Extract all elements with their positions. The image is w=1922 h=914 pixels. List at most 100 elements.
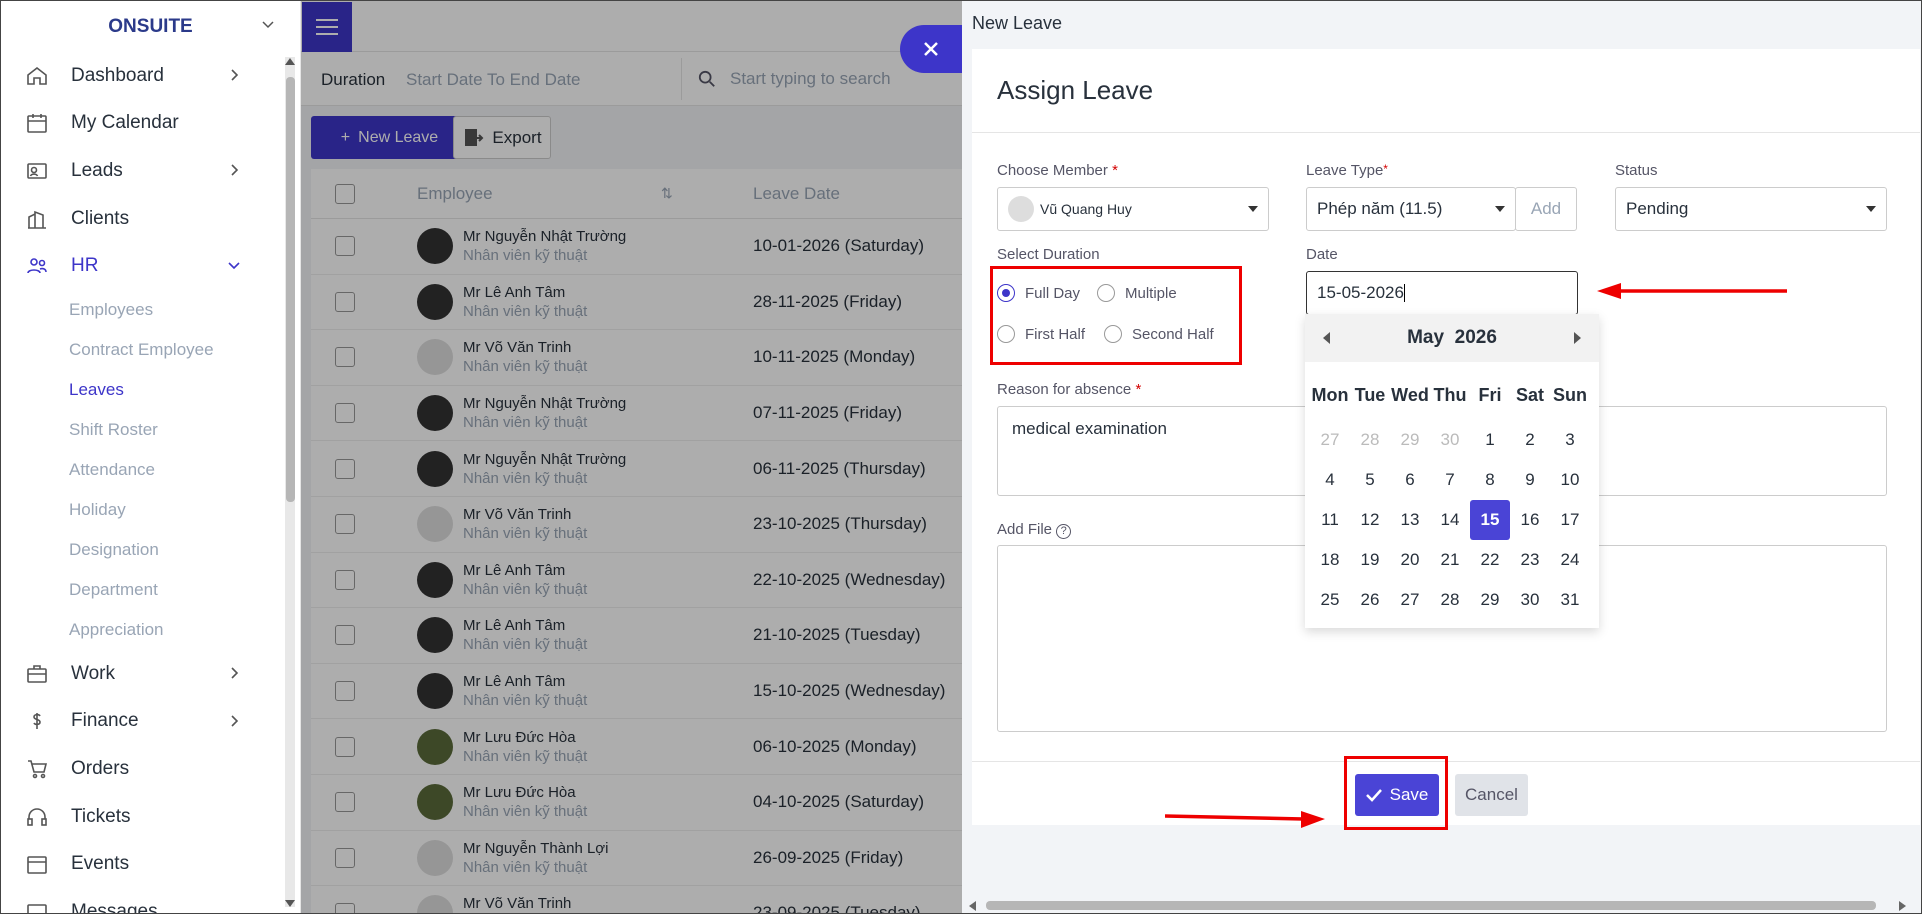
date-value: 15-05-2026 (1317, 283, 1404, 302)
leave-type-label: Leave Type* (1306, 162, 1388, 179)
calendar-day[interactable]: 21 (1430, 540, 1470, 580)
calendar-day[interactable]: 9 (1510, 460, 1550, 500)
scroll-down-arrow[interactable] (285, 900, 295, 907)
sidebar-item-dashboard[interactable]: Dashboard (1, 52, 281, 100)
sidebar-item-label: Orders (71, 757, 130, 779)
sidebar-subitem-attendance[interactable]: Attendance (1, 450, 281, 490)
calendar-day[interactable]: 14 (1430, 500, 1470, 540)
calendar-day[interactable]: 18 (1310, 540, 1350, 580)
sidebar-item-events[interactable]: Events (1, 840, 281, 888)
sidebar-subitem-employees[interactable]: Employees (1, 290, 281, 330)
calendar-day[interactable]: 28 (1350, 420, 1390, 460)
weekday-header: Sat (1515, 384, 1544, 405)
sidebar-subitem-shift-roster[interactable]: Shift Roster (1, 410, 281, 450)
calendar-day[interactable]: 29 (1470, 580, 1510, 620)
date-picker: May 2026 Mon Tue Wed Thu Fri Sat Sun 27 28 29 30 1 2… (1305, 314, 1599, 628)
calendar-day[interactable]: 2 (1510, 420, 1550, 460)
calendar-day[interactable]: 19 (1350, 540, 1390, 580)
leave-type-select[interactable]: Phép năm (11.5) (1306, 187, 1516, 231)
weekday-header: Tue (1354, 384, 1386, 405)
sidebar-item-label: My Calendar (71, 112, 179, 134)
chevron-down-icon[interactable] (260, 16, 276, 32)
weekday-header: Sun (1553, 384, 1587, 405)
next-month-icon[interactable] (1574, 332, 1581, 344)
calendar-day[interactable]: 30 (1510, 580, 1550, 620)
calendar-day[interactable]: 17 (1550, 500, 1590, 540)
calendar-day[interactable]: 27 (1390, 580, 1430, 620)
calendar-day[interactable]: 4 (1310, 460, 1350, 500)
close-panel-button[interactable] (900, 25, 962, 73)
calendar-day[interactable]: 31 (1550, 580, 1590, 620)
calendar-day[interactable]: 25 (1310, 580, 1350, 620)
sidebar-item-work[interactable]: Work (1, 650, 281, 698)
date-label: Date (1306, 246, 1338, 263)
sidebar-item-orders[interactable]: Orders (1, 745, 281, 793)
chevron-right-icon (231, 164, 239, 176)
calendar-day[interactable]: 28 (1430, 580, 1470, 620)
calendar-day[interactable]: 29 (1390, 420, 1430, 460)
sidebar-item-label: Finance (71, 710, 139, 732)
scroll-up-arrow[interactable] (285, 58, 295, 65)
prev-month-icon[interactable] (1323, 332, 1330, 344)
calendar-day[interactable]: 11 (1310, 500, 1350, 540)
calendar-day[interactable]: 24 (1550, 540, 1590, 580)
sidebar-subitem-leaves[interactable]: Leaves (1, 370, 281, 410)
chevron-down-icon (1495, 206, 1505, 212)
calendar-day[interactable]: 27 (1310, 420, 1350, 460)
add-leave-type-button[interactable]: Add (1515, 187, 1577, 231)
calendar-day[interactable]: 1 (1470, 420, 1510, 460)
sidebar-item-hr[interactable]: HR (1, 242, 281, 290)
calendar-day[interactable]: 10 (1550, 460, 1590, 500)
calendar-day[interactable]: 20 (1390, 540, 1430, 580)
calendar-day[interactable]: 5 (1350, 460, 1390, 500)
date-input[interactable]: 15-05-2026 (1306, 271, 1578, 315)
cancel-button[interactable]: Cancel (1455, 774, 1528, 816)
reason-value: medical examination (1012, 419, 1167, 438)
calendar-day[interactable]: 6 (1390, 460, 1430, 500)
help-icon[interactable]: ? (1056, 524, 1072, 539)
brand[interactable]: ONSUITE (1, 1, 300, 52)
sidebar-subitem-holiday[interactable]: Holiday (1, 490, 281, 530)
sidebar-scroll-thumb[interactable] (286, 77, 295, 502)
sidebar-item-my-calendar[interactable]: My Calendar (1, 100, 281, 148)
calendar-day[interactable]: 3 (1550, 420, 1590, 460)
hscroll-right-arrow[interactable] (1899, 901, 1906, 911)
calendar-grid: Mon Tue Wed Thu Fri Sat Sun 27 28 29 30 1 2 3 4 5 6 7 8 9 10… (1305, 362, 1599, 628)
calendar-month[interactable]: May (1407, 327, 1444, 349)
sidebar-item-label: Events (71, 853, 130, 875)
status-label: Status (1615, 162, 1658, 179)
add-file-label: Add File ? (997, 521, 1072, 539)
calendar-day[interactable]: 8 (1470, 460, 1510, 500)
hscroll-left-arrow[interactable] (969, 901, 976, 911)
calendar-day[interactable]: 23 (1510, 540, 1550, 580)
calendar-day[interactable]: 13 (1390, 500, 1430, 540)
calendar-year[interactable]: 2026 (1455, 327, 1497, 349)
member-select[interactable]: Vũ Quang Huy (997, 187, 1269, 231)
horizontal-scrollbar[interactable] (986, 901, 1876, 910)
sidebar-item-leads[interactable]: Leads (1, 147, 281, 195)
calendar-day[interactable]: 26 (1350, 580, 1390, 620)
dollar-icon (33, 713, 41, 730)
status-select[interactable]: Pending (1615, 187, 1887, 231)
sidebar-item-clients[interactable]: Clients (1, 195, 281, 243)
sidebar-subitem-contract-employee[interactable]: Contract Employee (1, 330, 281, 370)
calendar-day[interactable]: 30 (1430, 420, 1470, 460)
calendar-day[interactable]: 16 (1510, 500, 1550, 540)
sidebar-item-label: Dashboard (71, 64, 164, 86)
sidebar-item-messages[interactable]: Messages (1, 888, 281, 913)
calendar-day[interactable]: 22 (1470, 540, 1510, 580)
sidebar-nav: Dashboard My Calendar Leads Clients HR Employ… (1, 52, 281, 913)
sidebar-subitem-department[interactable]: Department (1, 570, 281, 610)
sidebar-subitem-appreciation[interactable]: Appreciation (1, 610, 281, 650)
annotation-arrow-date (1597, 283, 1787, 299)
sidebar-subitem-designation[interactable]: Designation (1, 530, 281, 570)
calendar-day-selected[interactable]: 15 (1470, 500, 1510, 540)
annotation-box-save (1344, 756, 1448, 830)
cart-icon (28, 760, 48, 779)
chevron-down-icon (1866, 206, 1876, 212)
sidebar-item-finance[interactable]: Finance (1, 698, 281, 746)
close-icon (924, 42, 938, 56)
sidebar-item-tickets[interactable]: Tickets (1, 793, 281, 841)
calendar-day[interactable]: 7 (1430, 460, 1470, 500)
calendar-day[interactable]: 12 (1350, 500, 1390, 540)
